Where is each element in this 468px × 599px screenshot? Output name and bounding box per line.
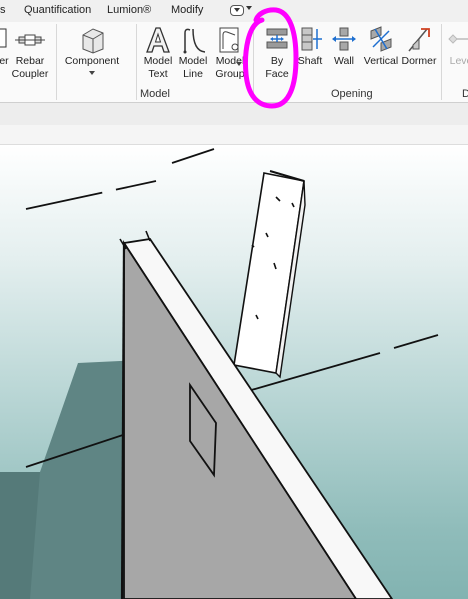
component-dropdown-icon[interactable] [89,71,95,75]
opening-panel-label: Opening [331,88,373,100]
ribbon-display-toggle-icon[interactable] [230,5,244,16]
options-bar [0,103,468,125]
shaft-opening-icon [301,27,322,51]
dormer-opening-button[interactable]: Dormer [400,22,438,84]
shaft-label: Shaft [297,55,323,67]
rebar-coupler-label-1: Rebar [15,55,45,67]
model-panel-label: Model [140,88,170,100]
tab-partial[interactable]: s [0,4,6,16]
level-button[interactable]: Leve [444,22,468,84]
level-label: Leve [449,55,468,67]
shaft-opening-button[interactable]: Shaft [294,22,326,84]
component-icon [82,28,104,54]
vertical-label: Vertical [363,55,399,67]
hidden-line-far [393,334,439,349]
rebar-coupler-button[interactable]: Rebar Coupler [9,22,51,84]
model-line-icon [183,28,206,54]
ribbon-separator [136,24,137,100]
3d-viewport[interactable] [0,145,468,599]
model-text-button[interactable]: Model Text [140,22,176,84]
component-label: Component [64,55,120,67]
model-group-label-2: Group [215,68,245,80]
ribbon-separator [56,24,57,100]
level-icon [448,34,468,44]
opening-by-face-button[interactable]: By Face [259,22,295,84]
model-group-icon [219,27,239,53]
wall-opening-button[interactable]: Wall [328,22,360,84]
tab-quantification[interactable]: Quantification [24,4,91,16]
datum-panel-label: D [462,88,468,100]
component-button[interactable]: Component [60,22,124,84]
3d-scene [0,148,439,599]
model-group-label-1: Model [215,55,245,67]
ribbon-separator [253,24,254,100]
model-group-button[interactable]: Model Group [212,22,248,84]
rebar-coupler-label-2: Coupler [11,68,49,80]
view-tab-bar [0,125,468,145]
ribbon-separator [441,24,442,100]
tab-lumion[interactable]: Lumion® [107,4,151,16]
wall-opening-icon [332,27,356,51]
by-face-label-2: Face [265,68,289,80]
ribbon-options-dropdown-icon[interactable] [246,6,252,10]
hidden-line-top [171,148,215,164]
wall-label: Wall [333,55,355,67]
ribbon-tab-strip: s Quantification Lumion® Modify [0,0,468,23]
model-line-label-2: Line [183,68,203,80]
tab-modify[interactable]: Modify [171,4,203,16]
model-text-label-2: Text [148,68,168,80]
model-text-icon [146,27,170,53]
opening-by-face-icon [266,28,288,49]
model-text-label-1: Model [143,55,173,67]
wall-front-face [123,239,358,599]
vertical-opening-button[interactable]: Vertical [361,22,401,84]
model-line-label-1: Model [178,55,208,67]
model-line-button[interactable]: Model Line [175,22,211,84]
dormer-opening-icon [408,28,430,52]
ribbon: er Rebar Coupler Component Model Text Mo… [0,22,468,103]
rebar-coupler-icon [15,34,45,46]
dormer-label: Dormer [401,55,437,67]
hidden-line-upper [25,180,157,210]
by-face-label-1: By [270,55,284,67]
vertical-opening-icon [370,26,392,52]
model-group-dropdown-icon[interactable] [236,62,242,66]
